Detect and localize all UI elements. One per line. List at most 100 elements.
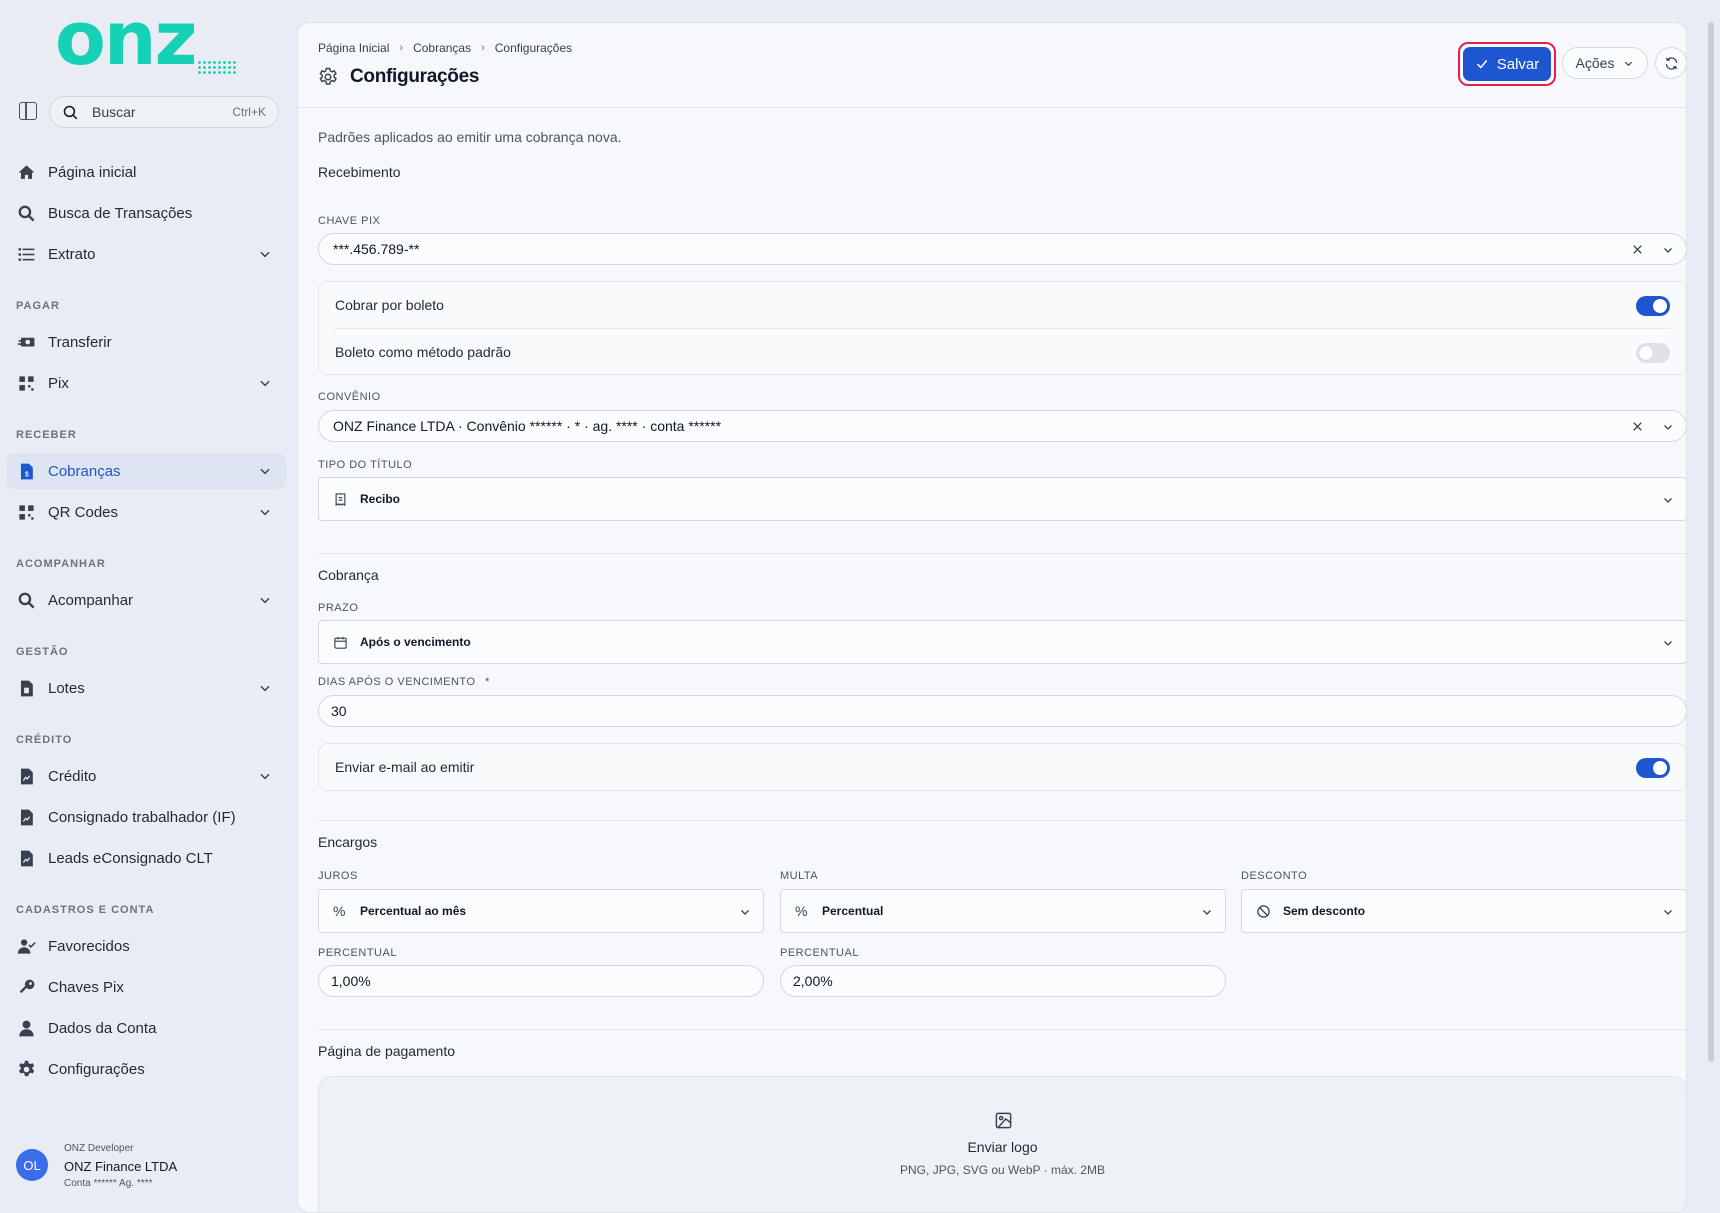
sidebar-item-dados-conta[interactable]: Dados da Conta — [6, 1010, 286, 1046]
sidebar-item-label: Acompanhar — [48, 591, 134, 609]
chevron-down-icon — [260, 251, 270, 258]
sidebar-item-label: Busca de Transações — [48, 204, 193, 222]
juros-select[interactable]: % Percentual ao mês — [318, 889, 764, 933]
sidebar-item-favorecidos[interactable]: Favorecidos — [6, 928, 286, 964]
search-icon — [18, 592, 34, 608]
sidebar-item-label: Chaves Pix — [48, 978, 124, 996]
label-dias-apos-vencimento: DIAS APÓS O VENCIMENTO * — [318, 676, 490, 688]
sidebar-item-transferir[interactable]: Transferir — [6, 324, 286, 360]
clear-icon[interactable] — [1631, 243, 1644, 256]
sidebar-toggle-icon[interactable] — [19, 102, 37, 120]
toggle-row-enviar-email: Enviar e-mail ao emitir — [319, 744, 1686, 790]
prazo-select[interactable]: Após o vencimento — [318, 620, 1686, 664]
sidebar-item-acompanhar[interactable]: Acompanhar — [6, 582, 286, 618]
onz-logo[interactable]: onz — [55, 2, 237, 76]
receipt-icon — [335, 492, 346, 506]
search-icon — [63, 105, 78, 119]
boleto-padrao-switch[interactable] — [1636, 343, 1670, 363]
sidebar-item-label: Configurações — [48, 1060, 145, 1078]
juros-percentual-input[interactable]: 1,00% — [318, 965, 764, 997]
chevron-down-icon — [260, 597, 270, 604]
page-description: Padrões aplicados ao emitir uma cobrança… — [318, 129, 622, 145]
scrollbar[interactable] — [1708, 22, 1714, 1062]
check-icon — [1476, 60, 1487, 69]
sidebar-item-leads[interactable]: Leads eConsignado CLT — [6, 840, 286, 876]
search-icon — [18, 205, 34, 221]
percent-icon: % — [795, 903, 808, 919]
desconto-select[interactable]: Sem desconto — [1241, 889, 1686, 933]
label-chave-pix: CHAVE PIX — [318, 215, 381, 227]
user-role: ONZ Developer — [64, 1143, 134, 1154]
clear-icon[interactable] — [1631, 420, 1644, 433]
sidebar-item-chaves-pix[interactable]: Chaves Pix — [6, 969, 286, 1005]
label-convenio: CONVÊNIO — [318, 391, 381, 403]
multa-percentual-input[interactable]: 2,00% — [780, 965, 1226, 997]
section-label-gestao: GESTÃO — [16, 646, 69, 658]
chevron-down-icon — [260, 509, 270, 516]
juros-value: Percentual ao mês — [360, 904, 467, 918]
chevron-down-icon[interactable] — [1662, 421, 1674, 433]
convenio-select[interactable]: ONZ Finance LTDA · Convênio ****** · * ·… — [318, 410, 1686, 442]
sidebar-item-pix[interactable]: Pix — [6, 365, 286, 401]
qrcode-icon — [18, 504, 34, 520]
ban-icon — [1257, 904, 1270, 918]
divider — [318, 553, 1686, 554]
label-dias-text: DIAS APÓS O VENCIMENTO — [318, 676, 476, 688]
actions-label: Ações — [1575, 55, 1615, 71]
search-input[interactable]: Buscar Ctrl+K — [49, 96, 279, 128]
prazo-value: Após o vencimento — [360, 635, 471, 649]
chevron-down-icon — [260, 468, 270, 475]
user-check-icon — [17, 938, 36, 954]
dias-apos-vencimento-input[interactable]: 30 — [318, 695, 1686, 727]
key-icon — [19, 979, 34, 993]
actions-dropdown-button[interactable]: Ações — [1562, 47, 1648, 79]
sidebar-item-credito[interactable]: Crédito — [6, 758, 286, 794]
save-button-highlight: Salvar — [1458, 42, 1556, 86]
sidebar-item-label: Crédito — [48, 767, 97, 785]
sidebar-item-consignado[interactable]: Consignado trabalhador (IF) — [6, 799, 286, 835]
divider — [318, 820, 1686, 821]
section-title-encargos: Encargos — [318, 834, 378, 850]
logo-text: onz — [55, 0, 198, 82]
gear-icon — [319, 67, 337, 85]
boleto-toggles-card: Cobrar por boleto Boleto como método pad… — [318, 281, 1686, 375]
sidebar-item-pagina-inicial[interactable]: Página inicial — [6, 154, 286, 190]
toggle-label: Enviar e-mail ao emitir — [335, 759, 475, 775]
chevron-down-icon[interactable] — [1662, 244, 1674, 256]
sidebar-item-label: Consignado trabalhador (IF) — [48, 808, 236, 826]
invoice-icon: $ — [20, 463, 33, 479]
svg-text:$: $ — [24, 470, 28, 478]
sidebar-item-label: Lotes — [48, 679, 85, 697]
sidebar-item-busca-transacoes[interactable]: Busca de Transações — [6, 195, 286, 231]
user-account: Conta ****** Ag. **** — [64, 1178, 153, 1189]
sidebar-item-extrato[interactable]: Extrato — [6, 236, 286, 272]
user-account-menu[interactable]: OL ONZ Developer ONZ Finance LTDA Conta … — [16, 1143, 286, 1193]
enviar-email-switch[interactable] — [1636, 758, 1670, 778]
file-chart-icon — [20, 850, 33, 866]
sidebar-item-qr-codes[interactable]: QR Codes — [6, 494, 286, 530]
save-button[interactable]: Salvar — [1463, 47, 1551, 81]
sidebar-item-configuracoes[interactable]: Configurações — [6, 1051, 286, 1087]
breadcrumb-configuracoes[interactable]: Configurações — [495, 41, 572, 55]
label-prazo: PRAZO — [318, 602, 359, 614]
sidebar-item-lotes[interactable]: Lotes — [6, 670, 286, 706]
refresh-button[interactable] — [1655, 47, 1686, 79]
sidebar-item-label: Pix — [48, 374, 69, 392]
main-panel: Página Inicial › Cobranças › Configuraçõ… — [297, 22, 1687, 1213]
section-label-pagar: PAGAR — [16, 300, 60, 312]
breadcrumb-cobrancas[interactable]: Cobranças — [413, 41, 471, 55]
chave-pix-select[interactable]: ***.456.789-** — [318, 233, 1686, 265]
chevron-down-icon — [741, 910, 749, 915]
sidebar-item-label: Extrato — [48, 245, 96, 263]
search-placeholder: Buscar — [92, 104, 136, 120]
sidebar-item-cobrancas[interactable]: $ Cobranças — [6, 453, 286, 489]
breadcrumb-pagina-inicial[interactable]: Página Inicial — [318, 41, 389, 55]
percent-icon: % — [333, 903, 346, 919]
chevron-down-icon — [1203, 910, 1211, 915]
page-title: Configurações — [350, 66, 480, 87]
logo-upload-dropzone[interactable]: Enviar logo PNG, JPG, SVG ou WebP · máx.… — [318, 1076, 1686, 1212]
tipo-titulo-select[interactable]: Recibo — [318, 477, 1686, 521]
cobrar-boleto-switch[interactable] — [1636, 296, 1670, 316]
multa-select[interactable]: % Percentual — [780, 889, 1226, 933]
section-title-pagina-pagamento: Página de pagamento — [318, 1043, 455, 1059]
